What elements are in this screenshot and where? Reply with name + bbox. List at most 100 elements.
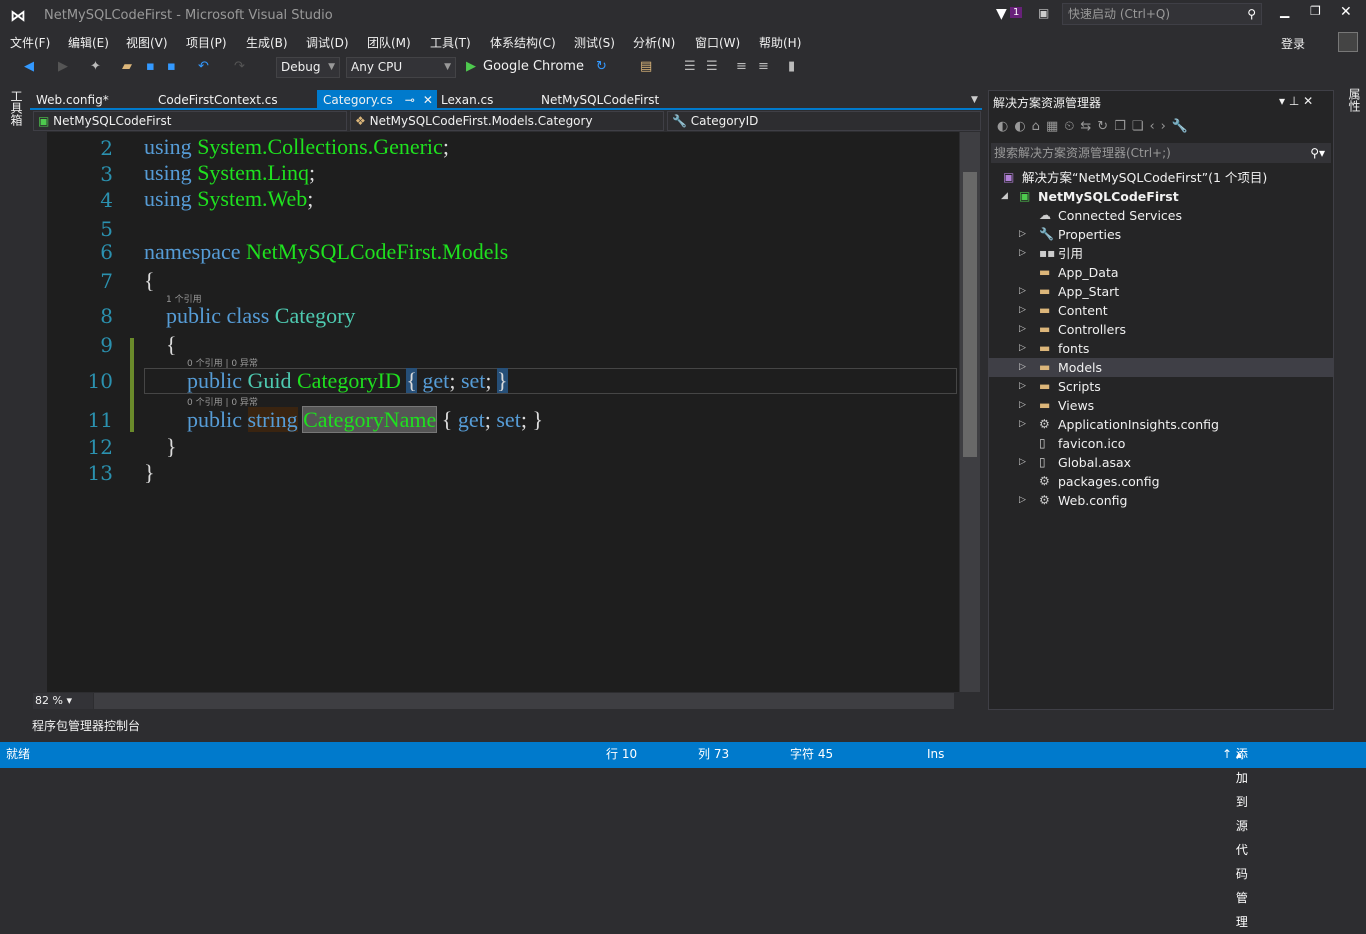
avatar[interactable] <box>1338 32 1358 52</box>
expand-icon[interactable]: ▷ <box>1019 339 1026 358</box>
tree-item-label: Global.asax <box>1058 455 1132 470</box>
panel-menu-icon[interactable]: ▾ ⊥ ✕ <box>1279 94 1313 108</box>
vertical-scrollbar[interactable] <box>960 132 980 692</box>
expand-icon[interactable]: ▷ <box>1019 320 1026 339</box>
tree-item[interactable]: ▷ ⚙ ApplicationInsights.config <box>989 415 1333 434</box>
vs-logo-icon: ⋈ <box>10 6 26 25</box>
project-nav-dropdown[interactable]: ▣ NetMySQLCodeFirst <box>33 111 347 131</box>
menu-window[interactable]: 窗口(W) <box>695 34 740 51</box>
menu-test[interactable]: 测试(S) <box>574 34 615 51</box>
start-icon[interactable]: ▶ <box>466 56 476 78</box>
expand-icon[interactable]: ▷ <box>1019 225 1026 244</box>
close-icon[interactable]: ✕ <box>423 93 433 107</box>
tab-codefirstcontext[interactable]: CodeFirstContext.cs <box>152 90 284 110</box>
expand-icon[interactable]: ▷ <box>1019 358 1026 377</box>
properties-tab[interactable]: 属性 <box>1346 88 1363 112</box>
source-control-button[interactable]: ↑ 添加到源代码管理 ▴ <box>1222 742 1248 929</box>
menu-file[interactable]: 文件(F) <box>10 34 50 51</box>
pin-icon[interactable]: ⊸ <box>405 93 415 107</box>
type-nav-dropdown[interactable]: ❖ NetMySQLCodeFirst.Models.Category <box>350 111 664 131</box>
minimize-button[interactable]: ▁ <box>1280 4 1289 18</box>
notification-badge[interactable]: 1 <box>1010 7 1023 18</box>
expand-icon[interactable]: ▷ <box>1019 491 1026 510</box>
sign-in-link[interactable]: 登录 <box>1281 35 1305 52</box>
menu-help[interactable]: 帮助(H) <box>759 34 801 51</box>
tree-item[interactable]: ▷ ▬ Content <box>989 301 1333 320</box>
outdent-icon[interactable]: ☰ <box>706 56 718 78</box>
tree-item[interactable]: ☁ Connected Services <box>989 206 1333 225</box>
tree-item[interactable]: ▷ 🔧 Properties <box>989 225 1333 244</box>
tab-overflow-icon[interactable]: ▼ <box>965 90 984 110</box>
quick-launch-placeholder: 快速启动 (Ctrl+Q) <box>1068 7 1171 21</box>
expand-icon[interactable]: ▷ <box>1019 282 1026 301</box>
tree-item[interactable]: ▬ App_Data <box>989 263 1333 282</box>
tab-netmysqlcodefirst[interactable]: NetMySQLCodeFirst <box>535 90 665 110</box>
zoom-dropdown[interactable]: 82 % ▾ <box>33 693 93 709</box>
tree-item[interactable]: ▷ ▬ fonts <box>989 339 1333 358</box>
tree-item[interactable]: ▯ favicon.ico <box>989 434 1333 453</box>
tree-item[interactable]: ▷ ▬ Models <box>989 358 1333 377</box>
tree-item[interactable]: ▷ ⚙ Web.config <box>989 491 1333 510</box>
quick-launch-input[interactable]: 快速启动 (Ctrl+Q) ⚲ <box>1062 3 1262 25</box>
menu-analyze[interactable]: 分析(N) <box>633 34 675 51</box>
tree-item[interactable]: ▷ ▪▪ 引用 <box>989 244 1333 263</box>
menu-project[interactable]: 项目(P) <box>186 34 227 51</box>
filter-icon[interactable]: ▼ <box>996 6 1007 22</box>
uncomment-icon[interactable]: ≡ <box>758 56 769 78</box>
menu-debug[interactable]: 调试(D) <box>306 34 349 51</box>
type-nav-value: NetMySQLCodeFirst.Models.Category <box>369 114 593 128</box>
scrollbar-thumb[interactable] <box>963 172 977 457</box>
expand-icon[interactable]: ▷ <box>1019 453 1026 472</box>
redo-icon[interactable]: ↷ <box>234 56 245 78</box>
feedback-icon[interactable]: ▣ <box>1038 6 1049 20</box>
menu-edit[interactable]: 编辑(E) <box>68 34 109 51</box>
undo-icon[interactable]: ↶ <box>198 56 209 78</box>
expand-icon[interactable]: ▷ <box>1019 244 1026 263</box>
forward-icon[interactable]: ▶ <box>58 56 68 78</box>
menu-view[interactable]: 视图(V) <box>126 34 168 51</box>
tree-item[interactable]: ◢ ▣ NetMySQLCodeFirst <box>989 187 1333 206</box>
horizontal-scrollbar[interactable] <box>94 693 954 709</box>
tree-item[interactable]: ▷ ▬ App_Start <box>989 282 1333 301</box>
restore-button[interactable]: ❐ <box>1310 4 1321 18</box>
back-icon[interactable]: ◀ <box>24 56 34 78</box>
menu-team[interactable]: 团队(M) <box>367 34 411 51</box>
expand-icon[interactable]: ▷ <box>1019 396 1026 415</box>
tab-web-config[interactable]: Web.config* <box>30 90 115 110</box>
expand-icon[interactable]: ▷ <box>1019 301 1026 320</box>
solution-search-input[interactable]: 搜索解决方案资源管理器(Ctrl+;) ⚲▾ <box>991 143 1331 163</box>
tab-lexan[interactable]: Lexan.cs <box>435 90 499 110</box>
bookmark-icon[interactable]: ▮ <box>788 56 795 78</box>
tree-item[interactable]: ▣ 解决方案“NetMySQLCodeFirst”(1 个项目) <box>989 168 1333 187</box>
member-nav-dropdown[interactable]: 🔧 CategoryID <box>667 111 981 131</box>
package-manager-console-tab[interactable]: 程序包管理器控制台 <box>32 717 140 734</box>
menu-build[interactable]: 生成(B) <box>246 34 288 51</box>
tree-item[interactable]: ▷ ▬ Views <box>989 396 1333 415</box>
indent-icon[interactable]: ☰ <box>684 56 696 78</box>
menu-architecture[interactable]: 体系结构(C) <box>490 34 556 51</box>
open-icon[interactable]: ▰ <box>122 56 132 78</box>
expand-icon[interactable]: ▷ <box>1019 377 1026 396</box>
code-editor[interactable]: 2 3 4 5 6 7 8 9 10 11 12 13 using System… <box>33 132 959 692</box>
refresh-icon[interactable]: ↻ <box>596 56 607 78</box>
tree-item[interactable]: ⚙ packages.config <box>989 472 1333 491</box>
save-icon[interactable]: ▪ <box>146 56 155 78</box>
tree-item[interactable]: ▷ ▬ Controllers <box>989 320 1333 339</box>
solution-toolbar[interactable]: ◐◐⌂▦⏲⇆↻❐❏‹›🔧 <box>997 119 1194 134</box>
toolbox-tab[interactable]: 工具箱 <box>8 90 25 126</box>
close-button[interactable]: ✕ <box>1340 4 1352 20</box>
tab-category[interactable]: Category.cs ⊸ ✕ <box>317 90 437 110</box>
browser-link-icon[interactable]: ▤ <box>640 56 652 78</box>
save-all-icon[interactable]: ▪ <box>167 56 176 78</box>
menu-tools[interactable]: 工具(T) <box>430 34 471 51</box>
run-target-button[interactable]: Google Chrome <box>483 59 584 74</box>
tree-item-label: Scripts <box>1058 379 1101 394</box>
expand-icon[interactable]: ▷ <box>1019 415 1026 434</box>
new-project-icon[interactable]: ✦ <box>90 56 101 78</box>
config-dropdown[interactable]: Debug ▼ <box>276 57 340 78</box>
tree-item[interactable]: ▷ ▬ Scripts <box>989 377 1333 396</box>
platform-dropdown[interactable]: Any CPU ▼ <box>346 57 456 78</box>
comment-icon[interactable]: ≡ <box>736 56 747 78</box>
tree-item[interactable]: ▷ ▯ Global.asax <box>989 453 1333 472</box>
collapse-icon[interactable]: ◢ <box>1001 187 1008 206</box>
